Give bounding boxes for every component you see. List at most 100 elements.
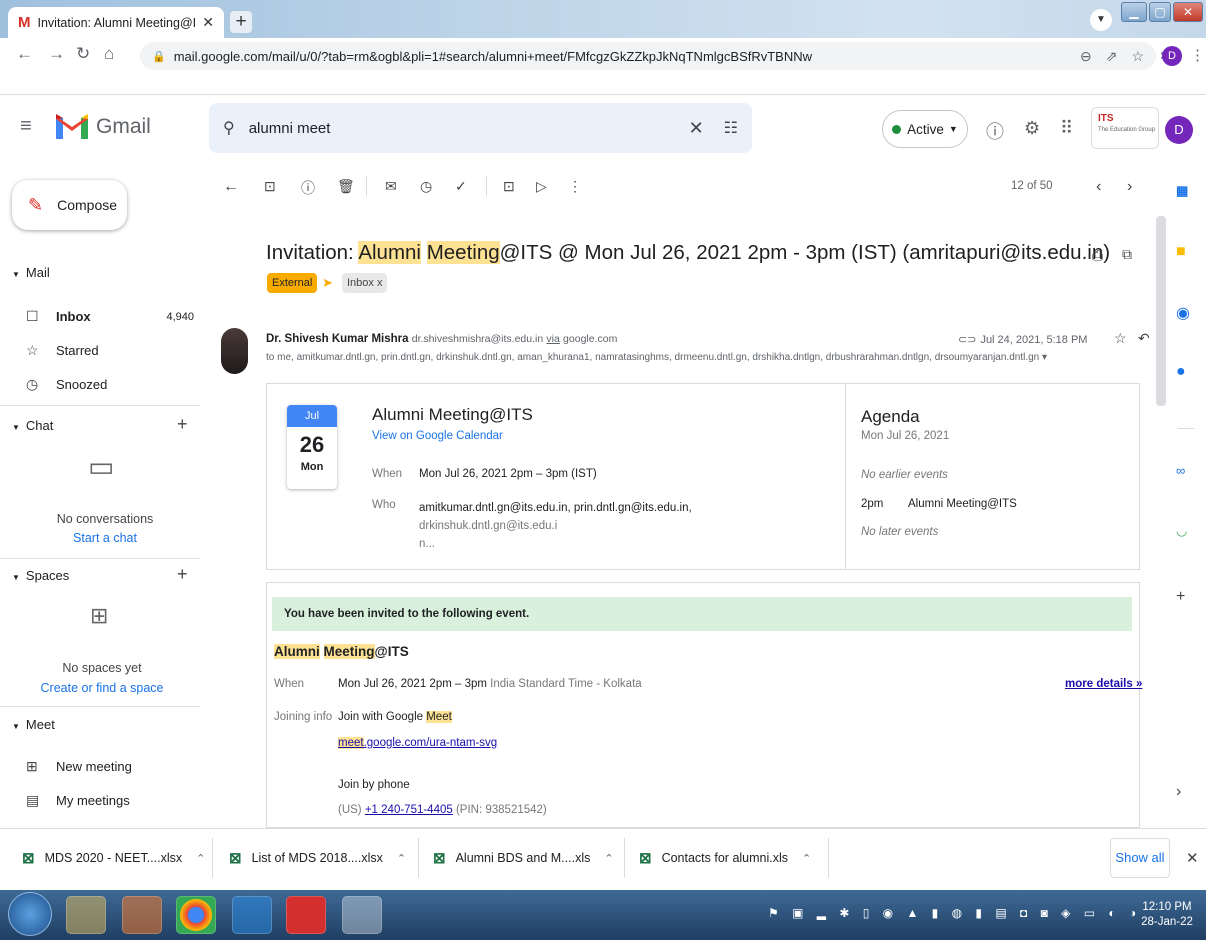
label-icon[interactable]: ▷	[536, 178, 547, 195]
download-item[interactable]: ⊠ Alumni BDS and M....xls ⌃	[433, 838, 614, 878]
contacts-app-icon[interactable]: ●	[1176, 363, 1186, 381]
share-icon[interactable]: ⇗	[1106, 48, 1118, 65]
hide-side-panel-icon[interactable]: ›	[1176, 783, 1181, 801]
start-chat-link[interactable]: Start a chat	[15, 531, 195, 545]
close-downloads-icon[interactable]: ✕	[1186, 849, 1199, 867]
org-logo[interactable]: ITS The Education Group	[1091, 107, 1159, 149]
show-all-downloads-button[interactable]: Show all	[1110, 838, 1170, 878]
mark-unread-icon[interactable]: ✉	[385, 178, 397, 195]
main-menu-icon[interactable]: ≡	[20, 115, 32, 138]
keep-app-icon[interactable]: ■	[1176, 243, 1186, 261]
internet-explorer-icon[interactable]	[232, 896, 272, 934]
mail-section-header[interactable]: ▼ Mail	[12, 265, 50, 280]
newer-chevron-icon[interactable]: ‹	[1096, 178, 1101, 196]
new-space-plus-icon[interactable]: +	[177, 564, 188, 585]
close-tab-icon[interactable]: ✕	[202, 14, 214, 31]
move-to-icon[interactable]: ⊡	[503, 178, 515, 195]
file-explorer-icon[interactable]	[66, 896, 106, 934]
acrobat-icon[interactable]	[286, 896, 326, 934]
zoom-icon[interactable]: ⊖	[1080, 48, 1092, 65]
who-label: Who	[372, 499, 396, 511]
settings-gear-icon[interactable]: ⚙	[1024, 118, 1040, 139]
sidebar-divider	[0, 405, 200, 406]
search-bar[interactable]: ⚲ alumni meet ✕ ☷	[209, 103, 752, 153]
reload-icon[interactable]: ↻	[76, 44, 90, 64]
back-arrow-icon[interactable]: ←	[16, 44, 33, 64]
forward-arrow-icon[interactable]: →	[48, 44, 65, 64]
compose-button[interactable]: ✎ Compose	[12, 180, 127, 230]
recipients-line[interactable]: to me, amitkumar.dntl.gn, prin.dntl.gn, …	[266, 352, 1066, 363]
close-window-button[interactable]: ✕	[1173, 2, 1203, 22]
taskbar-clock[interactable]: 12:10 PM 28-Jan-22	[1134, 900, 1200, 930]
downloads-divider	[828, 838, 829, 878]
system-tray-icons[interactable]: ⚑ ▣ ▂ ✱ ▯ ◉ ▲ ▮ ◍ ▮ ▤ ◘ ◙ ◈ ▭ ◐ ◑	[768, 906, 1141, 920]
browser-tab[interactable]: M Invitation: Alumni Meeting@ITS ✕	[8, 7, 224, 38]
sender-avatar[interactable]	[221, 328, 248, 374]
minimize-button[interactable]: ▁	[1121, 2, 1147, 22]
maximize-button[interactable]: ▢	[1149, 2, 1171, 22]
add-task-icon[interactable]: ✓	[455, 178, 467, 195]
account-avatar[interactable]: D	[1165, 116, 1193, 144]
reply-icon[interactable]: ↶	[1138, 330, 1150, 347]
inbox-label[interactable]: Inbox x	[342, 273, 388, 293]
search-icon[interactable]: ⚲	[223, 118, 235, 138]
chrome-icon[interactable]	[176, 896, 216, 934]
clear-search-icon[interactable]: ✕	[689, 118, 704, 139]
bookmark-star-icon[interactable]: ☆	[1131, 48, 1144, 65]
download-item[interactable]: ⊠ MDS 2020 - NEET....xlsx ⌃	[22, 838, 205, 878]
browser-profile-avatar[interactable]: D	[1162, 46, 1182, 66]
tasks-app-icon[interactable]: ◉	[1176, 303, 1190, 323]
report-spam-icon[interactable]: ⓘ	[301, 178, 315, 198]
sidebar-item-inbox[interactable]: ☐ Inbox 4,940	[26, 308, 194, 325]
older-chevron-icon[interactable]: ›	[1127, 178, 1132, 196]
agenda-event-name[interactable]: Alumni Meeting@ITS	[908, 498, 1017, 510]
phone-number-link[interactable]: +1 240-751-4405	[365, 804, 453, 816]
tools-app-icon[interactable]	[342, 896, 382, 934]
new-tab-button[interactable]: +	[230, 11, 252, 33]
browser-menu-icon[interactable]: ⋮	[1190, 46, 1205, 64]
calendar-app-icon[interactable]: ▦	[1176, 183, 1188, 199]
side-panel-divider	[1178, 428, 1194, 429]
view-calendar-link[interactable]: View on Google Calendar	[372, 430, 503, 442]
address-bar[interactable]: 🔒 mail.google.com/mail/u/0/?tab=rm&ogbl&…	[140, 42, 1156, 70]
get-addons-plus-icon[interactable]: +	[1176, 588, 1185, 606]
tab-search-icon[interactable]: ▼	[1090, 9, 1112, 31]
sidebar-item-snoozed[interactable]: ◷ Snoozed	[26, 376, 194, 393]
help-icon[interactable]: ⓘ	[986, 118, 1004, 144]
open-new-window-icon[interactable]: ⧉	[1122, 246, 1132, 263]
meet-link[interactable]: meet.google.com/ura-ntam-svg	[338, 737, 497, 749]
back-to-list-icon[interactable]: ←	[223, 178, 239, 196]
status-dropdown[interactable]: Active ▼	[882, 110, 968, 148]
more-details-link[interactable]: more details »	[1065, 678, 1142, 690]
delete-icon[interactable]: 🗑	[337, 178, 355, 195]
print-icon[interactable]: ⎙	[1092, 247, 1103, 264]
start-button[interactable]	[8, 892, 52, 936]
download-item[interactable]: ⊠ List of MDS 2018....xlsx ⌃	[229, 838, 406, 878]
search-input[interactable]: alumni meet	[249, 120, 689, 137]
gmail-logo-icon[interactable]	[55, 114, 89, 140]
chat-section-header[interactable]: ▼ Chat	[12, 418, 53, 433]
star-email-icon[interactable]: ☆	[1114, 330, 1127, 347]
snooze-icon[interactable]: ◷	[420, 178, 432, 195]
download-item[interactable]: ⊠ Contacts for alumni.xls ⌃	[639, 838, 811, 878]
message-scrollbar[interactable]	[1156, 216, 1166, 406]
addon-app-icon[interactable]: ◡	[1176, 523, 1187, 539]
create-space-link[interactable]: Create or find a space	[12, 681, 192, 695]
spaces-section-header[interactable]: ▼ Spaces	[12, 568, 69, 583]
addon-app-icon[interactable]: ∞	[1176, 463, 1185, 478]
new-meeting-item[interactable]: ⊞ New meeting	[26, 758, 194, 775]
archive-icon[interactable]: ⊡	[264, 178, 276, 195]
outlook-icon[interactable]	[122, 896, 162, 934]
status-label: Active	[907, 121, 944, 137]
more-options-icon[interactable]: ⋮	[568, 178, 582, 195]
apps-grid-icon[interactable]: ⠿	[1060, 118, 1073, 139]
invite-banner: You have been invited to the following e…	[272, 597, 1132, 631]
search-options-icon[interactable]: ☷	[724, 118, 738, 138]
home-icon[interactable]: ⌂	[104, 44, 114, 64]
agenda-title: Agenda	[861, 407, 920, 426]
meet-section-header[interactable]: ▼ Meet	[12, 717, 55, 732]
sidebar-item-starred[interactable]: ☆ Starred	[26, 342, 194, 359]
importance-marker-icon[interactable]: ➤	[322, 275, 333, 291]
my-meetings-item[interactable]: ▤ My meetings	[26, 792, 194, 809]
new-chat-plus-icon[interactable]: +	[177, 414, 188, 435]
